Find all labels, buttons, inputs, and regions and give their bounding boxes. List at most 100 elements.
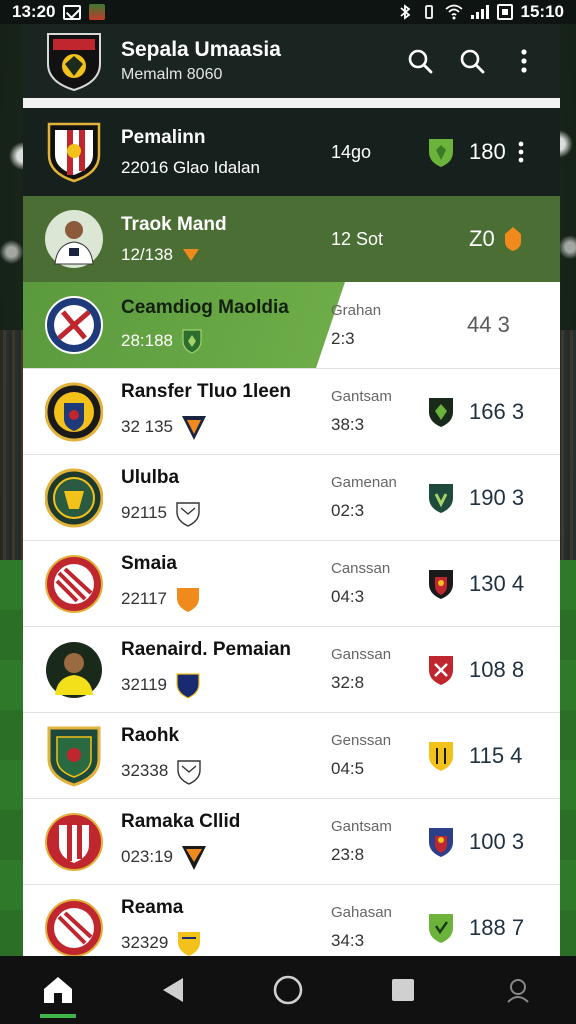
club-score: 190 3 xyxy=(469,484,525,510)
navigation-bar xyxy=(0,956,576,1024)
club-name: Pemalinn xyxy=(121,126,206,148)
list-item[interactable]: Ceamdiog Maoldia 28:188 Grahan 2:3 44 3 xyxy=(23,282,560,368)
kit-icon xyxy=(178,932,201,956)
status-time-right: 15:10 xyxy=(520,2,564,21)
club-score: 130 4 xyxy=(469,570,525,596)
player-name: Raenaird. Pemaian xyxy=(121,639,292,660)
shield-badge-icon xyxy=(429,827,453,857)
mail-icon xyxy=(63,4,82,20)
stat-label: Gantsam xyxy=(331,818,392,835)
more-vert-icon[interactable] xyxy=(518,141,524,163)
kit-outline-icon xyxy=(176,502,200,527)
shield-badge-icon xyxy=(429,483,453,513)
list-item[interactable]: Smaia 22117 Canssan 04:3 130 4 xyxy=(23,540,560,626)
club-name: Smaia xyxy=(121,553,177,574)
battery-icon xyxy=(496,4,513,20)
club-score: 180 xyxy=(469,139,506,164)
search-icon xyxy=(460,49,485,74)
profile-button[interactable] xyxy=(494,966,542,1014)
stat-label: Gahasan xyxy=(331,904,392,921)
list-item[interactable]: Pemalinn 22016 Glao Idalan 14go 180 xyxy=(23,108,560,196)
app-window: Sepala Umaasia Memalm 8060 Pemalinn 2201… xyxy=(23,24,560,956)
list-item[interactable]: Raohk 32338 Genssan 04:5 115 4 xyxy=(23,712,560,798)
club-crest xyxy=(45,382,103,441)
club-list: Pemalinn 22016 Glao Idalan 14go 180 Trao… xyxy=(23,108,560,956)
back-icon xyxy=(162,978,183,1002)
player-meta: 12/138 xyxy=(121,244,173,264)
profile-icon xyxy=(507,979,530,1003)
list-item[interactable]: Ululba 92115 Gamenan 02:3 190 3 xyxy=(23,454,560,540)
list-item[interactable]: Ransfer Tluo 1leen 32 135 Gantsam 38:3 1… xyxy=(23,368,560,454)
club-name: Ransfer Tluo 1leen xyxy=(121,381,291,402)
club-crest xyxy=(45,898,103,956)
club-meta: 28:188 xyxy=(121,330,173,350)
app-title: Sepala Umaasia xyxy=(121,38,281,61)
list-item[interactable]: Traok Mand 12/138 12 Sot Z0 xyxy=(23,196,560,282)
vibrate-icon xyxy=(424,5,433,19)
player-name: Traok Mand xyxy=(121,213,227,235)
circle-home-icon xyxy=(273,975,303,1005)
club-score: 44 3 xyxy=(467,312,510,337)
club-name: Ramaka Cllid xyxy=(121,811,241,832)
kit-icon xyxy=(177,588,200,612)
stat-value: 04:3 xyxy=(331,587,365,606)
recents-button[interactable] xyxy=(379,966,427,1014)
more-vert-icon xyxy=(521,49,527,73)
home-circle-button[interactable] xyxy=(264,966,312,1014)
recents-icon xyxy=(392,979,415,1001)
stat-value: 38:3 xyxy=(331,415,365,434)
home-button[interactable] xyxy=(34,966,82,1018)
club-name: Ceamdiog Maoldia xyxy=(121,296,289,318)
stat-value: 02:3 xyxy=(331,501,365,520)
club-crest xyxy=(47,726,101,787)
shield-badge-icon xyxy=(429,397,453,427)
overflow-menu-button[interactable] xyxy=(510,47,538,75)
club-meta: 023:19 xyxy=(121,847,173,866)
shield-badge-icon xyxy=(429,913,453,943)
club-name: Ululba xyxy=(121,467,180,488)
stat-label: Grahan xyxy=(331,301,382,319)
player-avatar xyxy=(46,641,102,698)
list-item[interactable]: Raenaird. Pemaian 32119 Ganssan 32:8 108… xyxy=(23,626,560,712)
app-notification-icon xyxy=(89,4,106,20)
kit-icon xyxy=(182,416,206,440)
back-button[interactable] xyxy=(149,966,197,1014)
shield-badge-icon xyxy=(429,741,453,771)
club-meta: 22016 Glao Idalan xyxy=(121,157,260,177)
stat-value: 2:3 xyxy=(331,328,355,348)
club-meta: 92115 xyxy=(121,503,168,522)
bluetooth-icon xyxy=(399,4,410,20)
club-crest xyxy=(45,468,103,527)
club-stat: 14go xyxy=(331,141,372,162)
app-subtitle: Memalm 8060 xyxy=(121,66,223,83)
stat-label: Ganssan xyxy=(331,646,392,663)
club-name: Raohk xyxy=(121,725,180,746)
shield-badge-icon xyxy=(182,328,202,354)
stat-label: Genssan xyxy=(331,732,392,749)
kit-outline-icon xyxy=(177,760,201,785)
search-alt-button[interactable] xyxy=(458,47,486,75)
stat-value: 23:8 xyxy=(331,845,365,864)
stat-label: Gamenan xyxy=(331,474,397,491)
active-indicator xyxy=(39,1014,76,1018)
shield-badge-icon xyxy=(429,139,453,167)
player-stat: 12 Sot xyxy=(331,228,384,249)
kit-icon xyxy=(176,673,200,699)
search-button[interactable] xyxy=(406,47,434,75)
club-crest xyxy=(47,122,101,183)
status-bar: 13:20 15:10 xyxy=(0,0,576,24)
signal-icon xyxy=(470,5,489,19)
player-score: 108 8 xyxy=(469,656,525,682)
wifi-icon xyxy=(444,4,463,20)
list-item[interactable]: Reama 32329 Gahasan 34:3 188 7 xyxy=(23,884,560,956)
stat-label: Gantsam xyxy=(331,388,392,405)
kit-icon xyxy=(182,846,206,870)
club-meta: 22117 xyxy=(121,589,168,608)
stat-label: Canssan xyxy=(331,560,391,577)
list-item[interactable]: Ramaka Cllid 023:19 Gantsam 23:8 100 3 xyxy=(23,798,560,884)
app-logo-crest xyxy=(47,33,101,92)
trend-down-icon xyxy=(183,248,199,261)
club-meta: 32 135 xyxy=(121,417,173,436)
club-meta: 32329 xyxy=(121,933,169,952)
club-score: 115 4 xyxy=(469,742,523,768)
